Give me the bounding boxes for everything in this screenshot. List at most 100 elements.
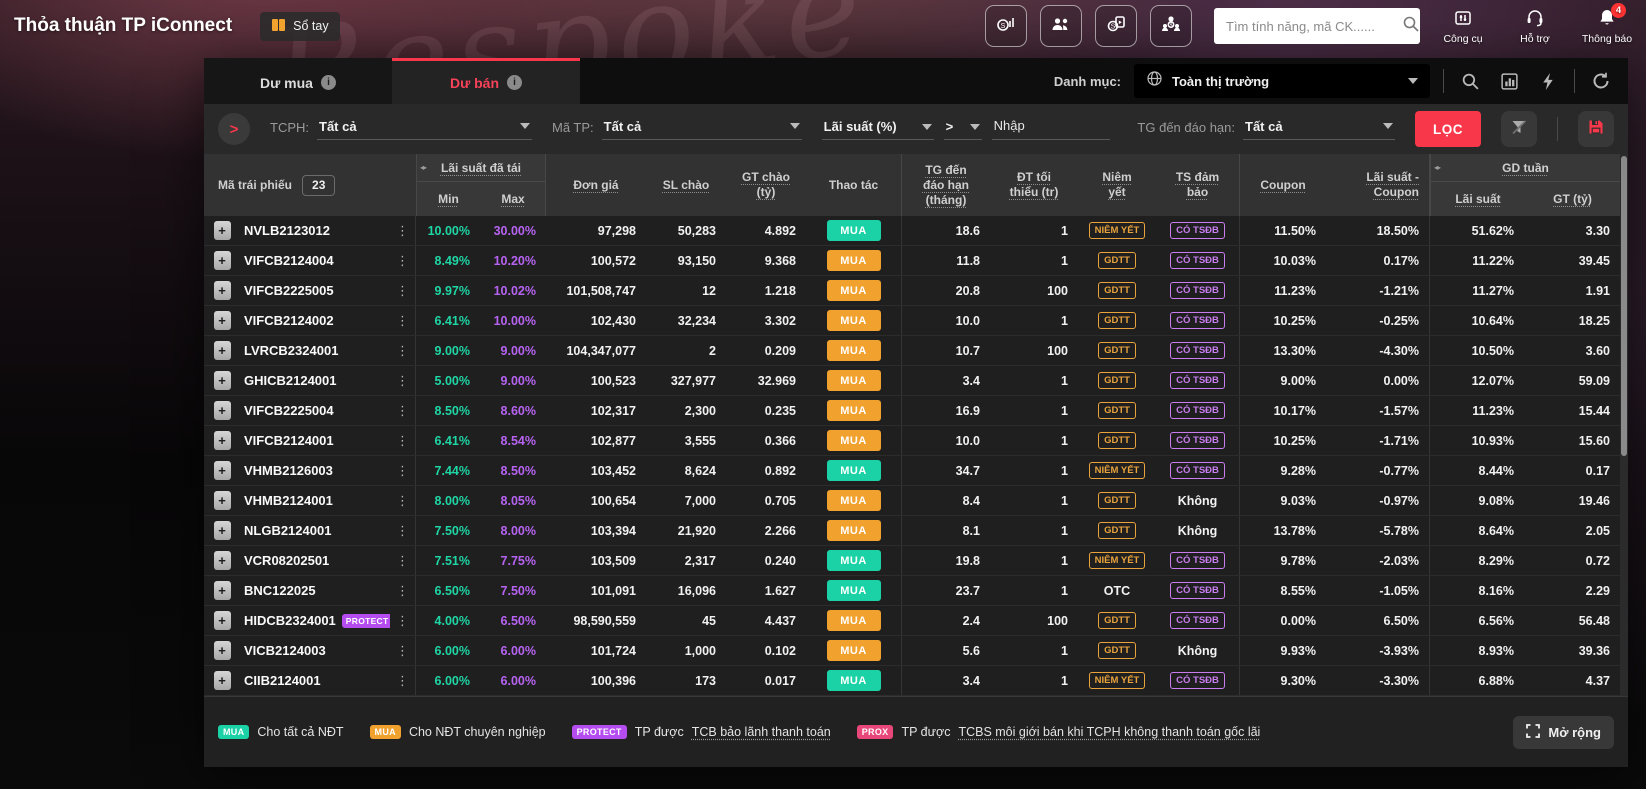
info-icon[interactable]: i bbox=[507, 75, 522, 90]
row-menu-button[interactable]: ⋮ bbox=[396, 403, 409, 419]
expand-row-button[interactable]: + bbox=[214, 371, 231, 390]
buy-button[interactable]: MUA bbox=[827, 640, 881, 661]
buy-button[interactable]: MUA bbox=[827, 400, 881, 421]
col-unit-price-label[interactable]: Đơn giá bbox=[573, 178, 618, 193]
row-menu-button[interactable]: ⋮ bbox=[396, 283, 409, 299]
expand-row-button[interactable]: + bbox=[214, 401, 231, 420]
advisory-button[interactable]: $ bbox=[1150, 5, 1192, 47]
buy-button[interactable]: MUA bbox=[827, 550, 881, 571]
stock-money-button[interactable]: S bbox=[985, 5, 1027, 47]
row-menu-button[interactable]: ⋮ bbox=[396, 493, 409, 509]
expand-row-button[interactable]: + bbox=[214, 341, 231, 360]
row-menu-button[interactable]: ⋮ bbox=[396, 313, 409, 329]
col-maturity-label[interactable]: TG đến đáo hạn (tháng) bbox=[915, 163, 977, 208]
expand-row-button[interactable]: + bbox=[214, 251, 231, 270]
clear-filter-button[interactable] bbox=[1501, 111, 1537, 147]
legend-text: TP được bbox=[901, 725, 950, 739]
row-menu-button[interactable]: ⋮ bbox=[396, 463, 409, 479]
row-menu-button[interactable]: ⋮ bbox=[396, 583, 409, 599]
buy-button[interactable]: MUA bbox=[827, 370, 881, 391]
col-week-group-label[interactable]: GD tuần bbox=[1502, 161, 1549, 175]
col-offer-value-label[interactable]: GT chào (tỷ) bbox=[735, 170, 797, 200]
buy-button[interactable]: MUA bbox=[827, 430, 881, 451]
buy-button[interactable]: MUA bbox=[827, 250, 881, 271]
col-min-label[interactable]: Min bbox=[438, 192, 459, 207]
buy-button[interactable]: MUA bbox=[827, 580, 881, 601]
bond-code-filter-select[interactable]: Tất cả bbox=[602, 119, 802, 140]
portfolio-select[interactable]: Toàn thị trường bbox=[1134, 64, 1430, 98]
expand-view-button[interactable]: Mở rộng bbox=[1513, 716, 1614, 749]
money-transfer-button[interactable]: S bbox=[1095, 5, 1137, 47]
column-expand-icon[interactable]: ◂▸ bbox=[420, 163, 426, 172]
vertical-scrollbar[interactable] bbox=[1620, 154, 1628, 696]
tab-du-ban[interactable]: Dư bán i bbox=[392, 58, 580, 104]
expand-row-button[interactable]: + bbox=[214, 521, 231, 540]
expand-row-button[interactable]: + bbox=[214, 491, 231, 510]
notifications-link[interactable]: 4 Thông báo bbox=[1578, 8, 1636, 45]
rate-value-input[interactable] bbox=[992, 118, 1110, 140]
buy-button[interactable]: MUA bbox=[827, 520, 881, 541]
row-menu-button[interactable]: ⋮ bbox=[396, 673, 409, 689]
rate-operator-select[interactable]: > bbox=[944, 119, 982, 140]
column-expand-icon[interactable]: ◂▸ bbox=[1434, 163, 1440, 172]
buy-button[interactable]: MUA bbox=[827, 220, 881, 241]
expand-row-button[interactable]: + bbox=[214, 461, 231, 480]
row-menu-button[interactable]: ⋮ bbox=[396, 433, 409, 449]
col-reinvest-label[interactable]: Lãi suất đã tái bbox=[441, 161, 521, 175]
listing-badge: GDTT bbox=[1098, 522, 1136, 539]
expand-row-button[interactable]: + bbox=[214, 311, 231, 330]
tools-link[interactable]: Công cụ bbox=[1434, 8, 1492, 45]
col-max-label[interactable]: Max bbox=[501, 192, 524, 207]
rate-filter-field-select[interactable]: Lãi suất (%) bbox=[822, 119, 934, 140]
legend-link[interactable]: TCBS môi giới bán khi TCPH không thanh t… bbox=[958, 725, 1260, 739]
row-menu-button[interactable]: ⋮ bbox=[396, 643, 409, 659]
expand-row-button[interactable]: + bbox=[214, 281, 231, 300]
buy-button[interactable]: MUA bbox=[827, 280, 881, 301]
expand-row-button[interactable]: + bbox=[214, 581, 231, 600]
scrollbar-thumb[interactable] bbox=[1621, 156, 1627, 456]
support-link[interactable]: Hỗ trợ bbox=[1506, 8, 1564, 45]
issuer-filter-select[interactable]: Tất cả bbox=[317, 119, 532, 140]
save-filter-button[interactable] bbox=[1578, 111, 1614, 147]
chart-view-button[interactable] bbox=[1496, 68, 1522, 94]
expand-row-button[interactable]: + bbox=[214, 641, 231, 660]
col-week-rate-label[interactable]: Lãi suất bbox=[1455, 192, 1500, 207]
buy-button[interactable]: MUA bbox=[827, 340, 881, 361]
legend-link[interactable]: TCB bảo lãnh thanh toán bbox=[692, 725, 831, 739]
row-menu-button[interactable]: ⋮ bbox=[396, 523, 409, 539]
row-menu-button[interactable]: ⋮ bbox=[396, 553, 409, 569]
buy-button[interactable]: MUA bbox=[827, 310, 881, 331]
search-symbol-button[interactable] bbox=[1457, 68, 1483, 94]
buy-button[interactable]: MUA bbox=[827, 670, 881, 691]
expand-row-button[interactable]: + bbox=[214, 221, 231, 240]
col-min-invest-label[interactable]: ĐT tối thiểu (tr) bbox=[1002, 170, 1066, 200]
col-rate-minus-coupon-label[interactable]: Lãi suất - Coupon bbox=[1351, 170, 1419, 200]
search-input[interactable] bbox=[1226, 19, 1402, 34]
expand-row-button[interactable]: + bbox=[214, 671, 231, 690]
expand-row-button[interactable]: + bbox=[214, 551, 231, 570]
col-listing-label[interactable]: Niêm yết bbox=[1096, 170, 1138, 200]
buy-button[interactable]: MUA bbox=[827, 490, 881, 511]
col-coupon-label[interactable]: Coupon bbox=[1260, 178, 1305, 193]
collapse-filters-button[interactable]: > bbox=[218, 113, 250, 145]
row-menu-button[interactable]: ⋮ bbox=[396, 343, 409, 359]
row-menu-button[interactable]: ⋮ bbox=[396, 253, 409, 269]
expand-row-button[interactable]: + bbox=[214, 611, 231, 630]
buy-button[interactable]: MUA bbox=[827, 610, 881, 631]
expand-row-button[interactable]: + bbox=[214, 431, 231, 450]
col-week-value-label[interactable]: GT (tỷ) bbox=[1553, 192, 1592, 207]
refresh-button[interactable] bbox=[1588, 68, 1614, 94]
flash-deal-button[interactable] bbox=[1535, 68, 1561, 94]
row-menu-button[interactable]: ⋮ bbox=[396, 613, 409, 629]
col-collateral-label[interactable]: TS đảm bảo bbox=[1174, 170, 1222, 200]
row-menu-button[interactable]: ⋮ bbox=[396, 223, 409, 239]
buy-button[interactable]: MUA bbox=[827, 460, 881, 481]
row-menu-button[interactable]: ⋮ bbox=[396, 373, 409, 389]
community-button[interactable] bbox=[1040, 5, 1082, 47]
apply-filter-button[interactable]: LỌC bbox=[1415, 111, 1481, 147]
tab-du-mua[interactable]: Dư mua i bbox=[204, 58, 392, 104]
col-offer-qty-label[interactable]: SL chào bbox=[663, 178, 709, 193]
handbook-button[interactable]: Sổ tay bbox=[260, 12, 339, 41]
info-icon[interactable]: i bbox=[321, 75, 336, 90]
maturity-filter-select[interactable]: Tất cả bbox=[1243, 119, 1395, 140]
